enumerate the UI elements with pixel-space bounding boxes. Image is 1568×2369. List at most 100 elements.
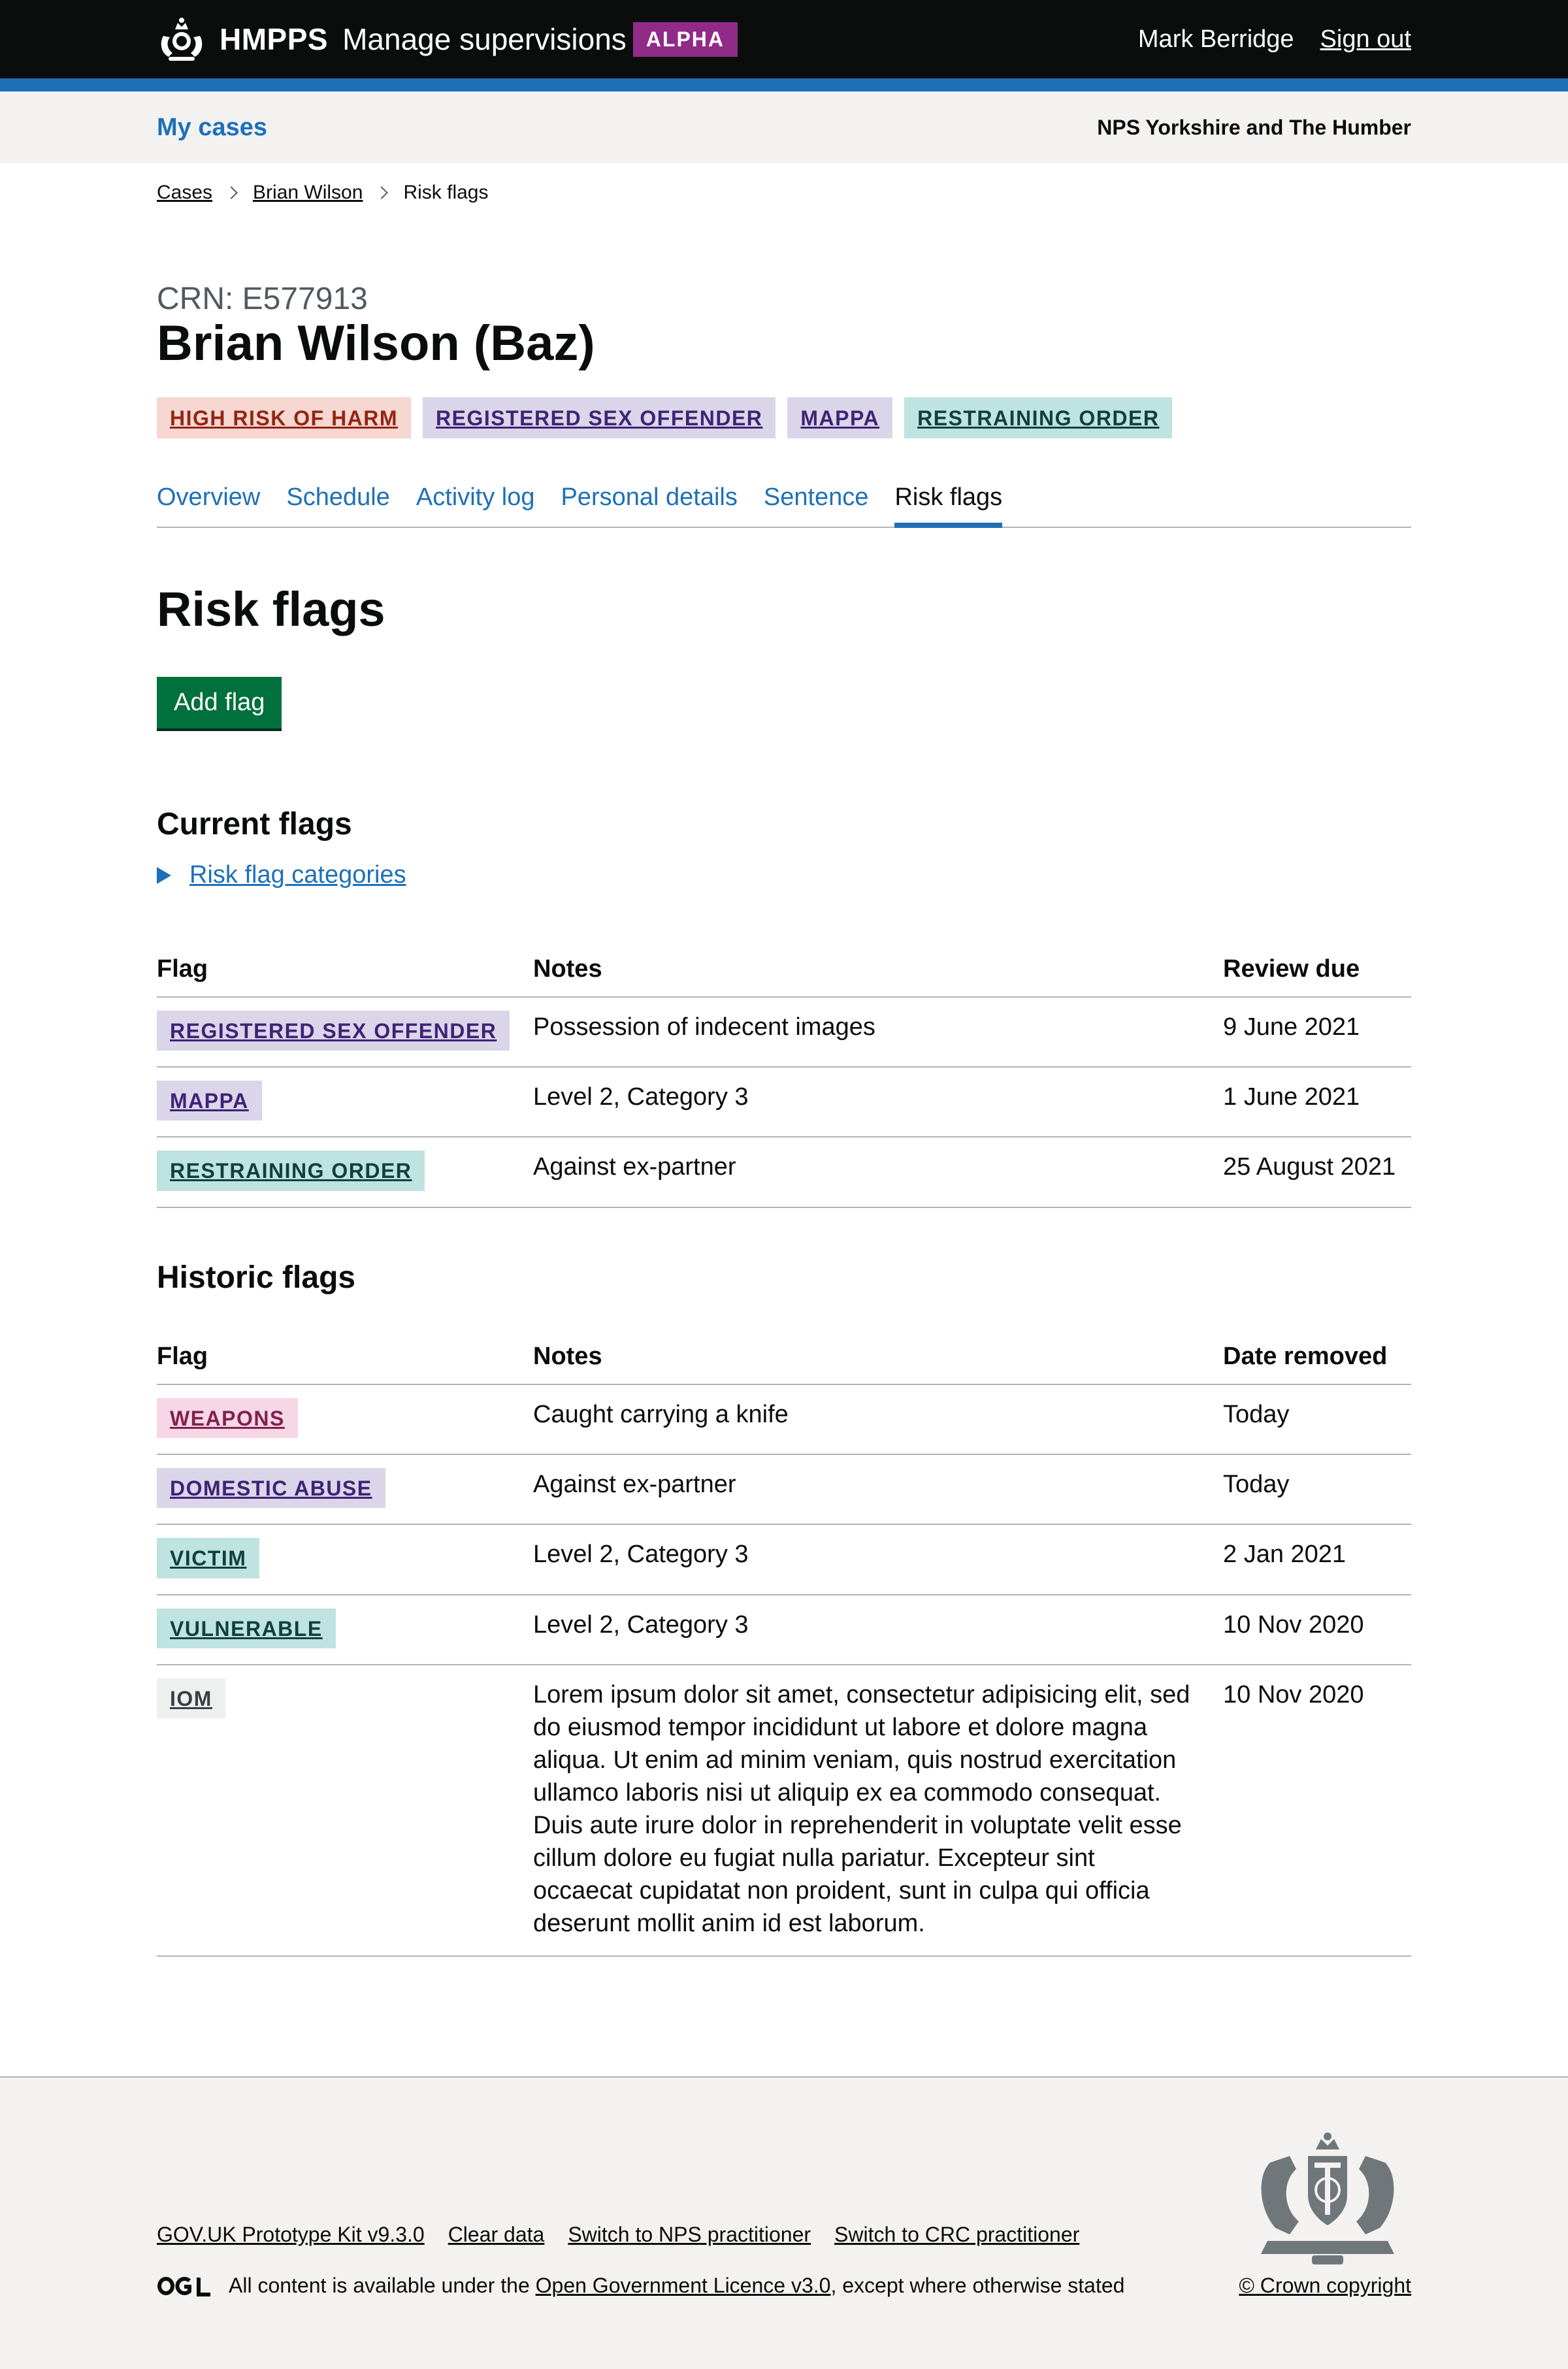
flag-tag[interactable]: VICTIM <box>157 1538 260 1578</box>
sub-navigation: My cases NPS Yorkshire and The Humber <box>0 91 1568 163</box>
table-row: RESTRAINING ORDER Against ex-partner 25 … <box>157 1137 1411 1208</box>
breadcrumb-cases[interactable]: Cases <box>157 182 212 204</box>
tab-personal-details[interactable]: Personal details <box>561 483 737 528</box>
column-header-date-removed: Date removed <box>1223 1328 1411 1385</box>
breadcrumb-current: Risk flags <box>403 182 489 203</box>
notes-cell: Possession of indecent images <box>533 997 1223 1068</box>
flag-cell: MAPPA <box>157 1067 533 1138</box>
licence-suffix: , except where otherwise stated <box>830 2274 1125 2297</box>
date-cell: 2 Jan 2021 <box>1223 1524 1411 1595</box>
header-inner: HMPPS Manage supervisions ALPHA Mark Ber… <box>157 0 1411 78</box>
crown-copyright-link[interactable]: © Crown copyright <box>1239 2274 1411 2297</box>
risk-flag-categories-link[interactable]: Risk flag categories <box>189 861 406 889</box>
notes-cell: Level 2, Category 3 <box>533 1524 1223 1595</box>
case-crn: CRN: E577913 <box>157 282 368 316</box>
flag-tag[interactable]: RESTRAINING ORDER <box>157 1151 425 1191</box>
crown-copyright: © Crown copyright <box>1239 2274 1411 2298</box>
column-header-notes: Notes <box>533 1328 1223 1385</box>
flag-tag[interactable]: MAPPA <box>157 1081 262 1121</box>
column-header-flag: Flag <box>157 941 533 998</box>
header-account: Mark Berridge Sign out <box>1138 25 1411 54</box>
service-name[interactable]: Manage supervisions <box>342 22 627 57</box>
tag-registered-sex-offender[interactable]: REGISTERED SEX OFFENDER <box>423 397 776 438</box>
historic-flags-table: Flag Notes Date removed WEAPONS Caught c… <box>157 1328 1411 1957</box>
tab-overview[interactable]: Overview <box>157 483 260 528</box>
notes-cell: Against ex-partner <box>533 1137 1223 1208</box>
flag-tag[interactable]: DOMESTIC ABUSE <box>157 1468 385 1509</box>
date-cell: 10 Nov 2020 <box>1223 1664 1411 1957</box>
footer-licence: All content is available under the Open … <box>157 2274 1124 2298</box>
current-flags-table: Flag Notes Review due REGISTERED SEX OFF… <box>157 941 1411 1208</box>
tag-mappa[interactable]: MAPPA <box>787 397 893 438</box>
tag-restraining-order[interactable]: RESTRAINING ORDER <box>904 397 1173 438</box>
flag-tag[interactable]: WEAPONS <box>157 1398 298 1439</box>
flag-tag[interactable]: REGISTERED SEX OFFENDER <box>157 1011 510 1051</box>
case-tabs: Overview Schedule Activity log Personal … <box>157 483 1411 528</box>
notes-cell: Caught carrying a knife <box>533 1384 1223 1456</box>
flag-cell: IOM <box>157 1664 533 1957</box>
flag-cell: DOMESTIC ABUSE <box>157 1454 533 1526</box>
site-footer: GOV.UK Prototype Kit v9.3.0 Clear data S… <box>0 2076 1568 2369</box>
flag-cell: RESTRAINING ORDER <box>157 1137 533 1208</box>
date-cell: 9 June 2021 <box>1223 997 1411 1068</box>
table-row: VULNERABLE Level 2, Category 3 10 Nov 20… <box>157 1594 1411 1665</box>
date-cell: 25 August 2021 <box>1223 1137 1411 1208</box>
table-row: MAPPA Level 2, Category 3 1 June 2021 <box>157 1067 1411 1138</box>
footer-link-switch-crc[interactable]: Switch to CRC practitioner <box>834 2223 1079 2247</box>
column-header-notes: Notes <box>533 941 1223 998</box>
royal-crest-icon <box>161 18 203 61</box>
footer-link-clear-data[interactable]: Clear data <box>448 2223 545 2247</box>
column-header-review-due: Review due <box>1223 941 1411 998</box>
table-header-row: Flag Notes Date removed <box>157 1328 1411 1385</box>
notes-cell: Against ex-partner <box>533 1454 1223 1526</box>
tab-risk-flags[interactable]: Risk flags <box>894 483 1003 528</box>
table-row: WEAPONS Caught carrying a knife Today <box>157 1384 1411 1456</box>
flag-tag[interactable]: IOM <box>157 1678 225 1718</box>
tab-sentence[interactable]: Sentence <box>764 483 869 528</box>
phase-badge: ALPHA <box>632 22 738 57</box>
region-label: NPS Yorkshire and The Humber <box>1097 115 1411 139</box>
brand-name[interactable]: HMPPS <box>220 22 328 57</box>
historic-flags-heading: Historic flags <box>157 1260 356 1295</box>
footer-link-switch-nps[interactable]: Switch to NPS practitioner <box>568 2223 811 2247</box>
tab-activity-log[interactable]: Activity log <box>416 483 535 528</box>
page-title: Risk flags <box>157 582 385 636</box>
sub-navigation-inner: My cases NPS Yorkshire and The Humber <box>157 91 1411 163</box>
chevron-right-icon <box>375 186 389 199</box>
breadcrumb-case[interactable]: Brian Wilson <box>253 182 363 204</box>
site-header: HMPPS Manage supervisions ALPHA Mark Ber… <box>0 0 1568 91</box>
flag-tag[interactable]: VULNERABLE <box>157 1608 336 1648</box>
notes-cell: Level 2, Category 3 <box>533 1067 1223 1138</box>
flag-cell: WEAPONS <box>157 1384 533 1456</box>
date-cell: 10 Nov 2020 <box>1223 1594 1411 1665</box>
flag-cell: VULNERABLE <box>157 1594 533 1665</box>
licence-link[interactable]: Open Government Licence v3.0 <box>536 2274 831 2298</box>
main-content: Cases Brian Wilson Risk flags CRN: E5779… <box>157 163 1411 1957</box>
tab-schedule[interactable]: Schedule <box>286 483 389 528</box>
table-header-row: Flag Notes Review due <box>157 941 1411 998</box>
my-cases-link[interactable]: My cases <box>157 114 267 142</box>
notes-cell: Level 2, Category 3 <box>533 1594 1223 1665</box>
date-cell: 1 June 2021 <box>1223 1067 1411 1138</box>
chevron-right-icon <box>225 186 238 199</box>
table-row: DOMESTIC ABUSE Against ex-partner Today <box>157 1454 1411 1526</box>
flag-cell: VICTIM <box>157 1524 533 1595</box>
notes-cell: Lorem ipsum dolor sit amet, consectetur … <box>533 1664 1223 1957</box>
case-name: Brian Wilson (Baz) <box>157 316 595 371</box>
tag-high-risk-of-harm[interactable]: HIGH RISK OF HARM <box>157 397 412 438</box>
sign-out-link[interactable]: Sign out <box>1320 25 1411 54</box>
table-row: IOM Lorem ipsum dolor sit amet, consecte… <box>157 1664 1411 1957</box>
ogl-logo-icon <box>157 2276 210 2296</box>
breadcrumb: Cases Brian Wilson Risk flags <box>157 182 1411 204</box>
date-cell: Today <box>1223 1384 1411 1456</box>
footer-links: GOV.UK Prototype Kit v9.3.0 Clear data S… <box>157 2223 1079 2247</box>
risk-flag-categories-details[interactable]: Risk flag categories <box>157 861 406 889</box>
add-flag-button[interactable]: Add flag <box>157 677 282 728</box>
user-name: Mark Berridge <box>1137 25 1294 53</box>
table-row: REGISTERED SEX OFFENDER Possession of in… <box>157 997 1411 1068</box>
table-row: VICTIM Level 2, Category 3 2 Jan 2021 <box>157 1524 1411 1595</box>
royal-coat-of-arms-icon <box>1261 2132 1394 2264</box>
footer-link-prototype-kit[interactable]: GOV.UK Prototype Kit v9.3.0 <box>157 2223 425 2247</box>
date-cell: Today <box>1223 1454 1411 1526</box>
case-risk-tags: HIGH RISK OF HARM REGISTERED SEX OFFENDE… <box>157 397 1173 438</box>
